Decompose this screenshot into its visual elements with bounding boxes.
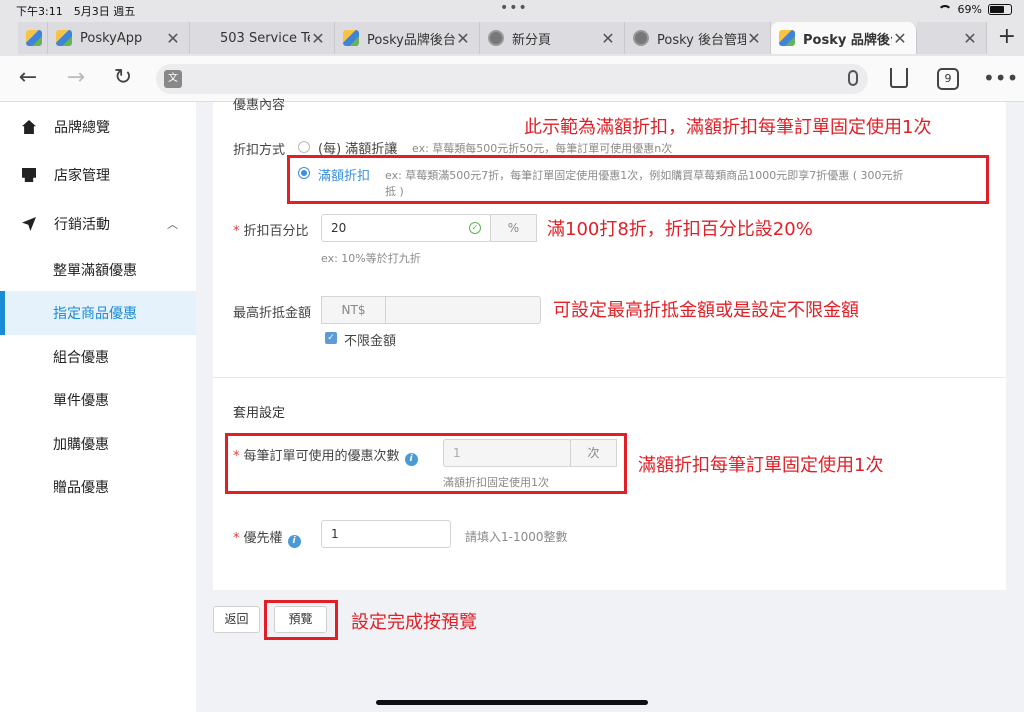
tab-title: Posky 品牌後台	[803, 32, 892, 48]
posky-logo-icon	[343, 30, 359, 46]
back-arrow-icon[interactable]: ←	[14, 64, 42, 92]
new-tab-plus-icon[interactable]: +	[998, 24, 1016, 49]
section-title-apply-settings: 套用設定	[233, 406, 286, 421]
browser-tab[interactable]: PoskyApp ✕	[48, 22, 190, 54]
close-icon[interactable]: ✕	[455, 29, 471, 48]
reload-icon[interactable]: ↻	[109, 64, 137, 92]
status-time: 下午3:11 5月3日 週五	[16, 5, 136, 18]
close-icon[interactable]: ✕	[310, 29, 326, 48]
posky-logo-icon	[26, 30, 42, 46]
sidebar-sub-order-threshold[interactable]: 整單滿額優惠	[0, 248, 196, 292]
browser-tab[interactable]: 新分頁 ✕	[480, 22, 625, 54]
tab-title: 503 Service Te	[220, 30, 310, 46]
close-icon[interactable]: ✕	[892, 29, 908, 48]
sidebar-item-marketing[interactable]: 行銷活動 ︿	[0, 202, 196, 246]
battery-icon	[988, 4, 1012, 15]
annotation-text: 設定完成按預覽	[351, 612, 477, 633]
share-icon[interactable]	[890, 68, 908, 88]
annotation-box-discount-method	[287, 155, 989, 204]
tab-title: PoskyApp	[80, 30, 143, 46]
more-menu-icon[interactable]: •••	[983, 66, 1018, 90]
section-divider	[213, 377, 1006, 378]
max-discount-input[interactable]	[385, 296, 541, 324]
sidebar-item-label: 品牌總覽	[54, 120, 110, 136]
close-icon[interactable]: ✕	[165, 29, 181, 48]
close-icon[interactable]: ✕	[746, 29, 762, 48]
currency-prefix-addon: NT$	[321, 296, 386, 324]
sidebar-sub-combo[interactable]: 組合優惠	[0, 335, 196, 379]
battery-percent: 69%	[957, 3, 982, 16]
back-button[interactable]: 返回	[213, 606, 260, 633]
browser-tab[interactable]: ✕	[917, 22, 987, 54]
browser-tab[interactable]: Posky 後台管理 ✕	[625, 22, 771, 54]
globe-icon	[633, 30, 649, 46]
sidebar: 品牌總覽 店家管理 行銷活動 ︿ 整單滿額優惠 指定商品優惠 組合優惠 單件優惠…	[0, 102, 196, 712]
chevron-up-icon[interactable]: ︿	[167, 216, 178, 232]
priority-hint: 請填入1-1000整數	[465, 530, 568, 544]
sidebar-sub-specified-products[interactable]: 指定商品優惠	[0, 291, 196, 335]
priority-input[interactable]: 1	[321, 520, 451, 548]
annotation-text: 滿額折扣每筆訂單固定使用1次	[638, 455, 884, 476]
tab-title: 新分頁	[512, 32, 552, 48]
sidebar-sub-gift[interactable]: 贈品優惠	[0, 465, 196, 509]
unlimited-label: 不限金額	[344, 334, 397, 349]
wifi-icon	[937, 4, 952, 15]
close-icon[interactable]: ✕	[600, 29, 616, 48]
tab-title: Posky品牌後台	[367, 32, 455, 48]
sidebar-item-brand-overview[interactable]: 品牌總覽	[0, 105, 196, 149]
forward-arrow-icon[interactable]: →	[62, 64, 90, 92]
sidebar-item-label: 店家管理	[54, 168, 110, 184]
browser-chrome: 下午3:11 5月3日 週五 ••• 69% PoskyApp ✕ 503 Se…	[0, 0, 1024, 56]
browser-tab[interactable]: Posky品牌後台 ✕	[335, 22, 480, 54]
address-bar[interactable]: 文	[156, 64, 868, 94]
close-icon[interactable]: ✕	[962, 29, 978, 48]
section-title-discount-content: 優惠內容	[233, 98, 286, 113]
discount-method-label: 折扣方式	[233, 143, 286, 158]
annotation-box-uses-per-order	[225, 433, 627, 494]
annotation-text: 可設定最高折抵金額或是設定不限金額	[553, 300, 859, 321]
microphone-icon[interactable]	[848, 70, 858, 86]
home-icon	[22, 120, 36, 134]
sidebar-item-store-management[interactable]: 店家管理	[0, 153, 196, 197]
percent-unit-addon: %	[490, 214, 537, 242]
unlimited-checkbox[interactable]: ✓	[325, 332, 337, 344]
sidebar-sub-single-item[interactable]: 單件優惠	[0, 378, 196, 422]
radio-per-threshold-rebate[interactable]	[298, 141, 310, 153]
translate-icon[interactable]: 文	[164, 70, 182, 88]
globe-icon	[488, 30, 504, 46]
valid-check-icon: ✓	[469, 222, 481, 234]
send-icon	[22, 217, 36, 231]
info-icon[interactable]: i	[287, 535, 301, 548]
tab-count-button[interactable]: 9	[937, 68, 959, 90]
sidebar-sub-add-on[interactable]: 加購優惠	[0, 422, 196, 466]
percent-label: * 折扣百分比	[233, 224, 309, 239]
tab-title: Posky 後台管理	[657, 32, 746, 48]
annotation-text: 滿100打8折，折扣百分比設20%	[547, 219, 813, 240]
multitasking-dots-icon[interactable]: •••	[500, 0, 528, 16]
annotation-box-preview	[264, 600, 338, 640]
store-icon	[22, 168, 36, 182]
browser-toolbar: ← → ↻ 文 9 •••	[0, 56, 1024, 102]
percent-hint: ex: 10%等於打九折	[321, 252, 421, 265]
browser-tab[interactable]	[18, 22, 48, 54]
browser-tab[interactable]: 503 Service Te ✕	[190, 22, 335, 54]
posky-logo-icon	[56, 30, 72, 46]
tab-strip: PoskyApp ✕ 503 Service Te ✕ Posky品牌後台 ✕ …	[0, 22, 1024, 54]
max-discount-label: 最高折抵金額	[233, 306, 312, 321]
percent-input[interactable]: 20	[321, 214, 491, 242]
status-indicators: 69%	[937, 3, 1012, 16]
home-indicator[interactable]	[376, 700, 648, 705]
posky-logo-icon	[779, 30, 795, 46]
priority-label: * 優先權 i	[233, 527, 301, 548]
status-bar: 下午3:11 5月3日 週五 ••• 69%	[0, 0, 1024, 20]
annotation-text: 此示範為滿額折扣，滿額折扣每筆訂單固定使用1次	[524, 117, 932, 138]
browser-tab-active[interactable]: Posky 品牌後台 ✕	[771, 22, 917, 54]
option-per-threshold-rebate-hint: ex: 草莓類每500元折50元，每筆訂單可使用優惠n次	[412, 142, 673, 155]
sidebar-item-label: 行銷活動	[54, 217, 110, 233]
